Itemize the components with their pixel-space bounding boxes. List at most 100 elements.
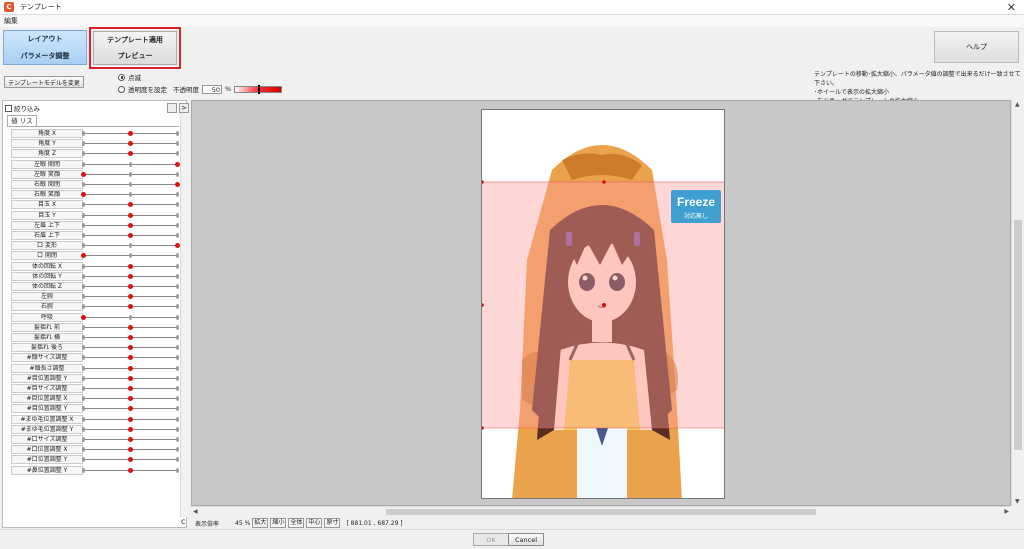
parameter-row[interactable]: #口位置調整 Y: [7, 455, 179, 465]
parameter-row[interactable]: 髪揺れ 前: [7, 322, 179, 333]
slider-knob[interactable]: [128, 467, 133, 473]
parameter-row[interactable]: 体の回転 X: [7, 261, 179, 272]
template-mode-button[interactable]: テンプレート適用 プレビュー: [89, 27, 181, 69]
panel-scrollbar[interactable]: [180, 113, 187, 517]
parameter-slider[interactable]: [82, 416, 179, 422]
horizontal-scroll-thumb[interactable]: [386, 509, 816, 515]
parameter-slider[interactable]: [82, 222, 179, 228]
slider-knob[interactable]: [128, 141, 133, 147]
zoom-out-button[interactable]: 縮小: [270, 518, 287, 528]
actual-size-button[interactable]: 原寸: [324, 518, 341, 528]
center-button[interactable]: 中心: [306, 518, 323, 528]
tab-value-list[interactable]: 値 リスト: [7, 115, 37, 136]
parameter-row[interactable]: 左腕: [7, 292, 179, 302]
filter-toggle[interactable]: 絞り込み: [5, 103, 40, 113]
panel-expand-button[interactable]: >: [179, 103, 189, 113]
slider-knob[interactable]: [128, 222, 133, 228]
scroll-left-icon[interactable]: ◀: [193, 508, 198, 515]
slider-knob[interactable]: [128, 273, 133, 279]
opacity-slider[interactable]: [234, 84, 283, 94]
blink-radio[interactable]: [118, 73, 125, 81]
slider-knob[interactable]: [128, 263, 133, 269]
ok-button[interactable]: OK: [473, 533, 509, 546]
parameter-slider[interactable]: [82, 212, 179, 218]
parameter-row[interactable]: #目位置調整 Y: [7, 404, 179, 414]
parameter-row[interactable]: #まゆ毛位置調整 X: [7, 414, 179, 425]
slider-knob[interactable]: [128, 324, 133, 330]
parameter-slider[interactable]: [82, 161, 180, 167]
slider-knob[interactable]: [128, 304, 133, 310]
parameter-row[interactable]: 体の回転 Y: [7, 271, 179, 282]
parameter-slider[interactable]: [82, 386, 179, 391]
layout-mode-button[interactable]: レイアウト パラメータ調整: [3, 30, 87, 65]
cancel-button[interactable]: Cancel: [508, 533, 544, 546]
parameter-row[interactable]: 角度 Y: [7, 139, 179, 149]
parameter-slider[interactable]: [81, 192, 179, 198]
parameter-slider[interactable]: [82, 457, 179, 463]
parameter-slider[interactable]: [82, 396, 179, 402]
preview-canvas[interactable]: Freeze 対応無し: [191, 100, 1011, 506]
menu-edit[interactable]: 編集: [4, 17, 18, 25]
parameter-slider[interactable]: [82, 447, 179, 453]
slider-knob[interactable]: [128, 406, 133, 412]
slider-knob[interactable]: [128, 202, 133, 208]
parameter-row[interactable]: 左眉 上下: [7, 220, 179, 231]
zoom-in-button[interactable]: 拡大: [252, 518, 269, 528]
parameter-slider[interactable]: [82, 365, 179, 371]
change-model-button[interactable]: テンプレートモデルを変更: [4, 76, 84, 88]
canvas-vertical-scrollbar[interactable]: ▲ ▼: [1011, 100, 1023, 506]
parameter-slider[interactable]: [82, 355, 179, 361]
parameter-row[interactable]: 髪揺れ 横: [7, 333, 179, 343]
parameter-row[interactable]: 口 開閉: [7, 251, 179, 261]
slider-knob[interactable]: [128, 284, 133, 289]
blink-option[interactable]: 点滅: [118, 72, 141, 82]
parameter-slider[interactable]: [82, 437, 179, 442]
parameter-slider[interactable]: [82, 273, 179, 279]
parameter-slider[interactable]: [82, 304, 179, 310]
scroll-down-icon[interactable]: ▼: [1015, 498, 1020, 505]
slider-knob[interactable]: [81, 192, 86, 198]
parameter-row[interactable]: 呼吸: [7, 312, 179, 323]
opacity-option[interactable]: 透明度を設定 不透明度 50 %: [118, 84, 283, 94]
parameter-row[interactable]: #目位置調整 X: [7, 394, 179, 404]
slider-knob[interactable]: [81, 171, 86, 177]
parameter-slider[interactable]: [82, 324, 179, 330]
slider-knob[interactable]: [128, 386, 133, 391]
parameter-slider[interactable]: [82, 426, 179, 432]
parameter-slider[interactable]: [82, 263, 179, 269]
slider-knob[interactable]: [128, 131, 133, 136]
slider-knob[interactable]: [128, 365, 133, 371]
parameter-row[interactable]: 目玉 X: [7, 200, 179, 210]
parameter-row[interactable]: #鼻位置調整 Y: [7, 465, 179, 476]
panel-blank-button[interactable]: [167, 103, 177, 113]
slider-knob[interactable]: [128, 396, 133, 402]
canvas-horizontal-scrollbar[interactable]: ◀ ▶: [191, 506, 1011, 516]
parameter-slider[interactable]: [82, 131, 179, 136]
parameter-slider[interactable]: [82, 467, 179, 473]
parameter-row[interactable]: #目位置調整 Y: [7, 373, 179, 384]
parameter-row[interactable]: 右眼 開閉: [7, 180, 180, 190]
slider-knob[interactable]: [128, 457, 133, 463]
slider-knob[interactable]: [81, 253, 86, 259]
parameter-slider[interactable]: [82, 406, 179, 412]
parameter-row[interactable]: #顔サイズ調整: [7, 353, 179, 363]
parameter-slider[interactable]: [82, 151, 179, 157]
slider-knob[interactable]: [128, 437, 133, 442]
close-icon[interactable]: ✕: [1007, 1, 1016, 14]
parameter-slider[interactable]: [82, 233, 179, 238]
parameter-row[interactable]: 髪揺れ 後ろ: [7, 343, 179, 353]
parameter-slider[interactable]: [81, 253, 179, 259]
parameter-slider[interactable]: [82, 345, 179, 351]
parameter-row[interactable]: 右眉 上下: [7, 231, 179, 241]
slider-knob[interactable]: [128, 416, 133, 422]
parameter-row[interactable]: 角度 X: [7, 129, 179, 139]
parameter-slider[interactable]: [82, 335, 179, 340]
parameter-slider[interactable]: [81, 314, 179, 320]
slider-knob[interactable]: [128, 426, 133, 432]
slider-knob[interactable]: [128, 212, 133, 218]
slider-knob[interactable]: [128, 447, 133, 453]
slider-knob[interactable]: [128, 355, 133, 361]
parameter-row[interactable]: #口サイズ調整: [7, 435, 179, 445]
slider-knob[interactable]: [128, 375, 133, 381]
opacity-value[interactable]: 50: [202, 84, 222, 94]
